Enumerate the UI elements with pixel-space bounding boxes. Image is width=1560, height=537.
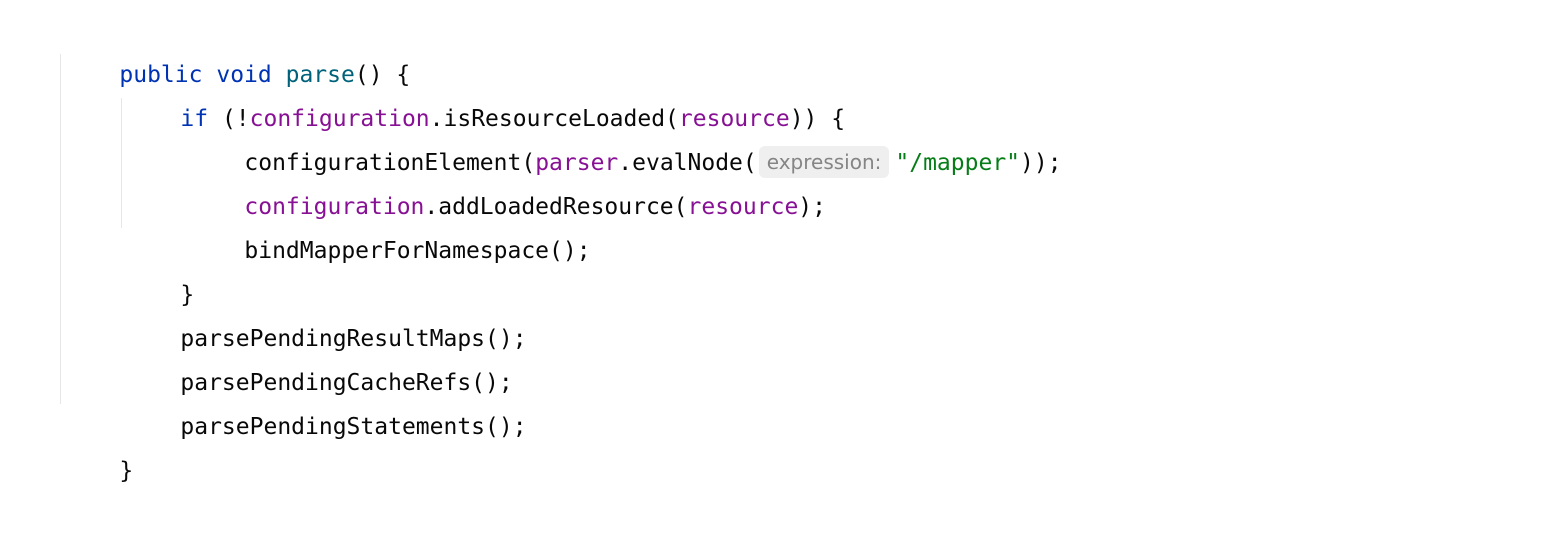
call-tail: ));	[1020, 150, 1062, 176]
call-bind-mapper-for-namespace: bindMapperForNamespace();	[244, 238, 591, 264]
code-line-2[interactable]: if (!configuration.isResourceLoaded(reso…	[125, 53, 845, 132]
string-literal-mapper: "/mapper"	[895, 150, 1021, 176]
code-line-6[interactable]: }	[125, 229, 194, 308]
code-line-10[interactable]: }	[64, 405, 133, 484]
indent-guide-method-body	[60, 54, 61, 404]
call-tail: );	[798, 194, 826, 220]
code-line-8[interactable]: parsePendingCacheRefs();	[125, 317, 512, 396]
closing-brace-method: }	[119, 458, 134, 484]
indent-guide-if-body	[121, 98, 122, 228]
field-resource: resource	[687, 194, 799, 220]
call-parse-pending-statements: parsePendingStatements();	[180, 414, 527, 440]
code-line-5[interactable]: bindMapperForNamespace();	[189, 185, 590, 264]
code-line-4[interactable]: configuration.addLoadedResource(resource…	[189, 141, 826, 220]
code-line-1[interactable]: public void parse() {	[64, 9, 410, 88]
code-editor[interactable]: public void parse() { if (!configuration…	[0, 0, 1560, 484]
code-line-9[interactable]: parsePendingStatements();	[125, 361, 526, 440]
code-line-7[interactable]: parsePendingResultMaps();	[125, 273, 526, 352]
code-line-3[interactable]: configurationElement(parser.evalNode(exp…	[189, 97, 1062, 178]
